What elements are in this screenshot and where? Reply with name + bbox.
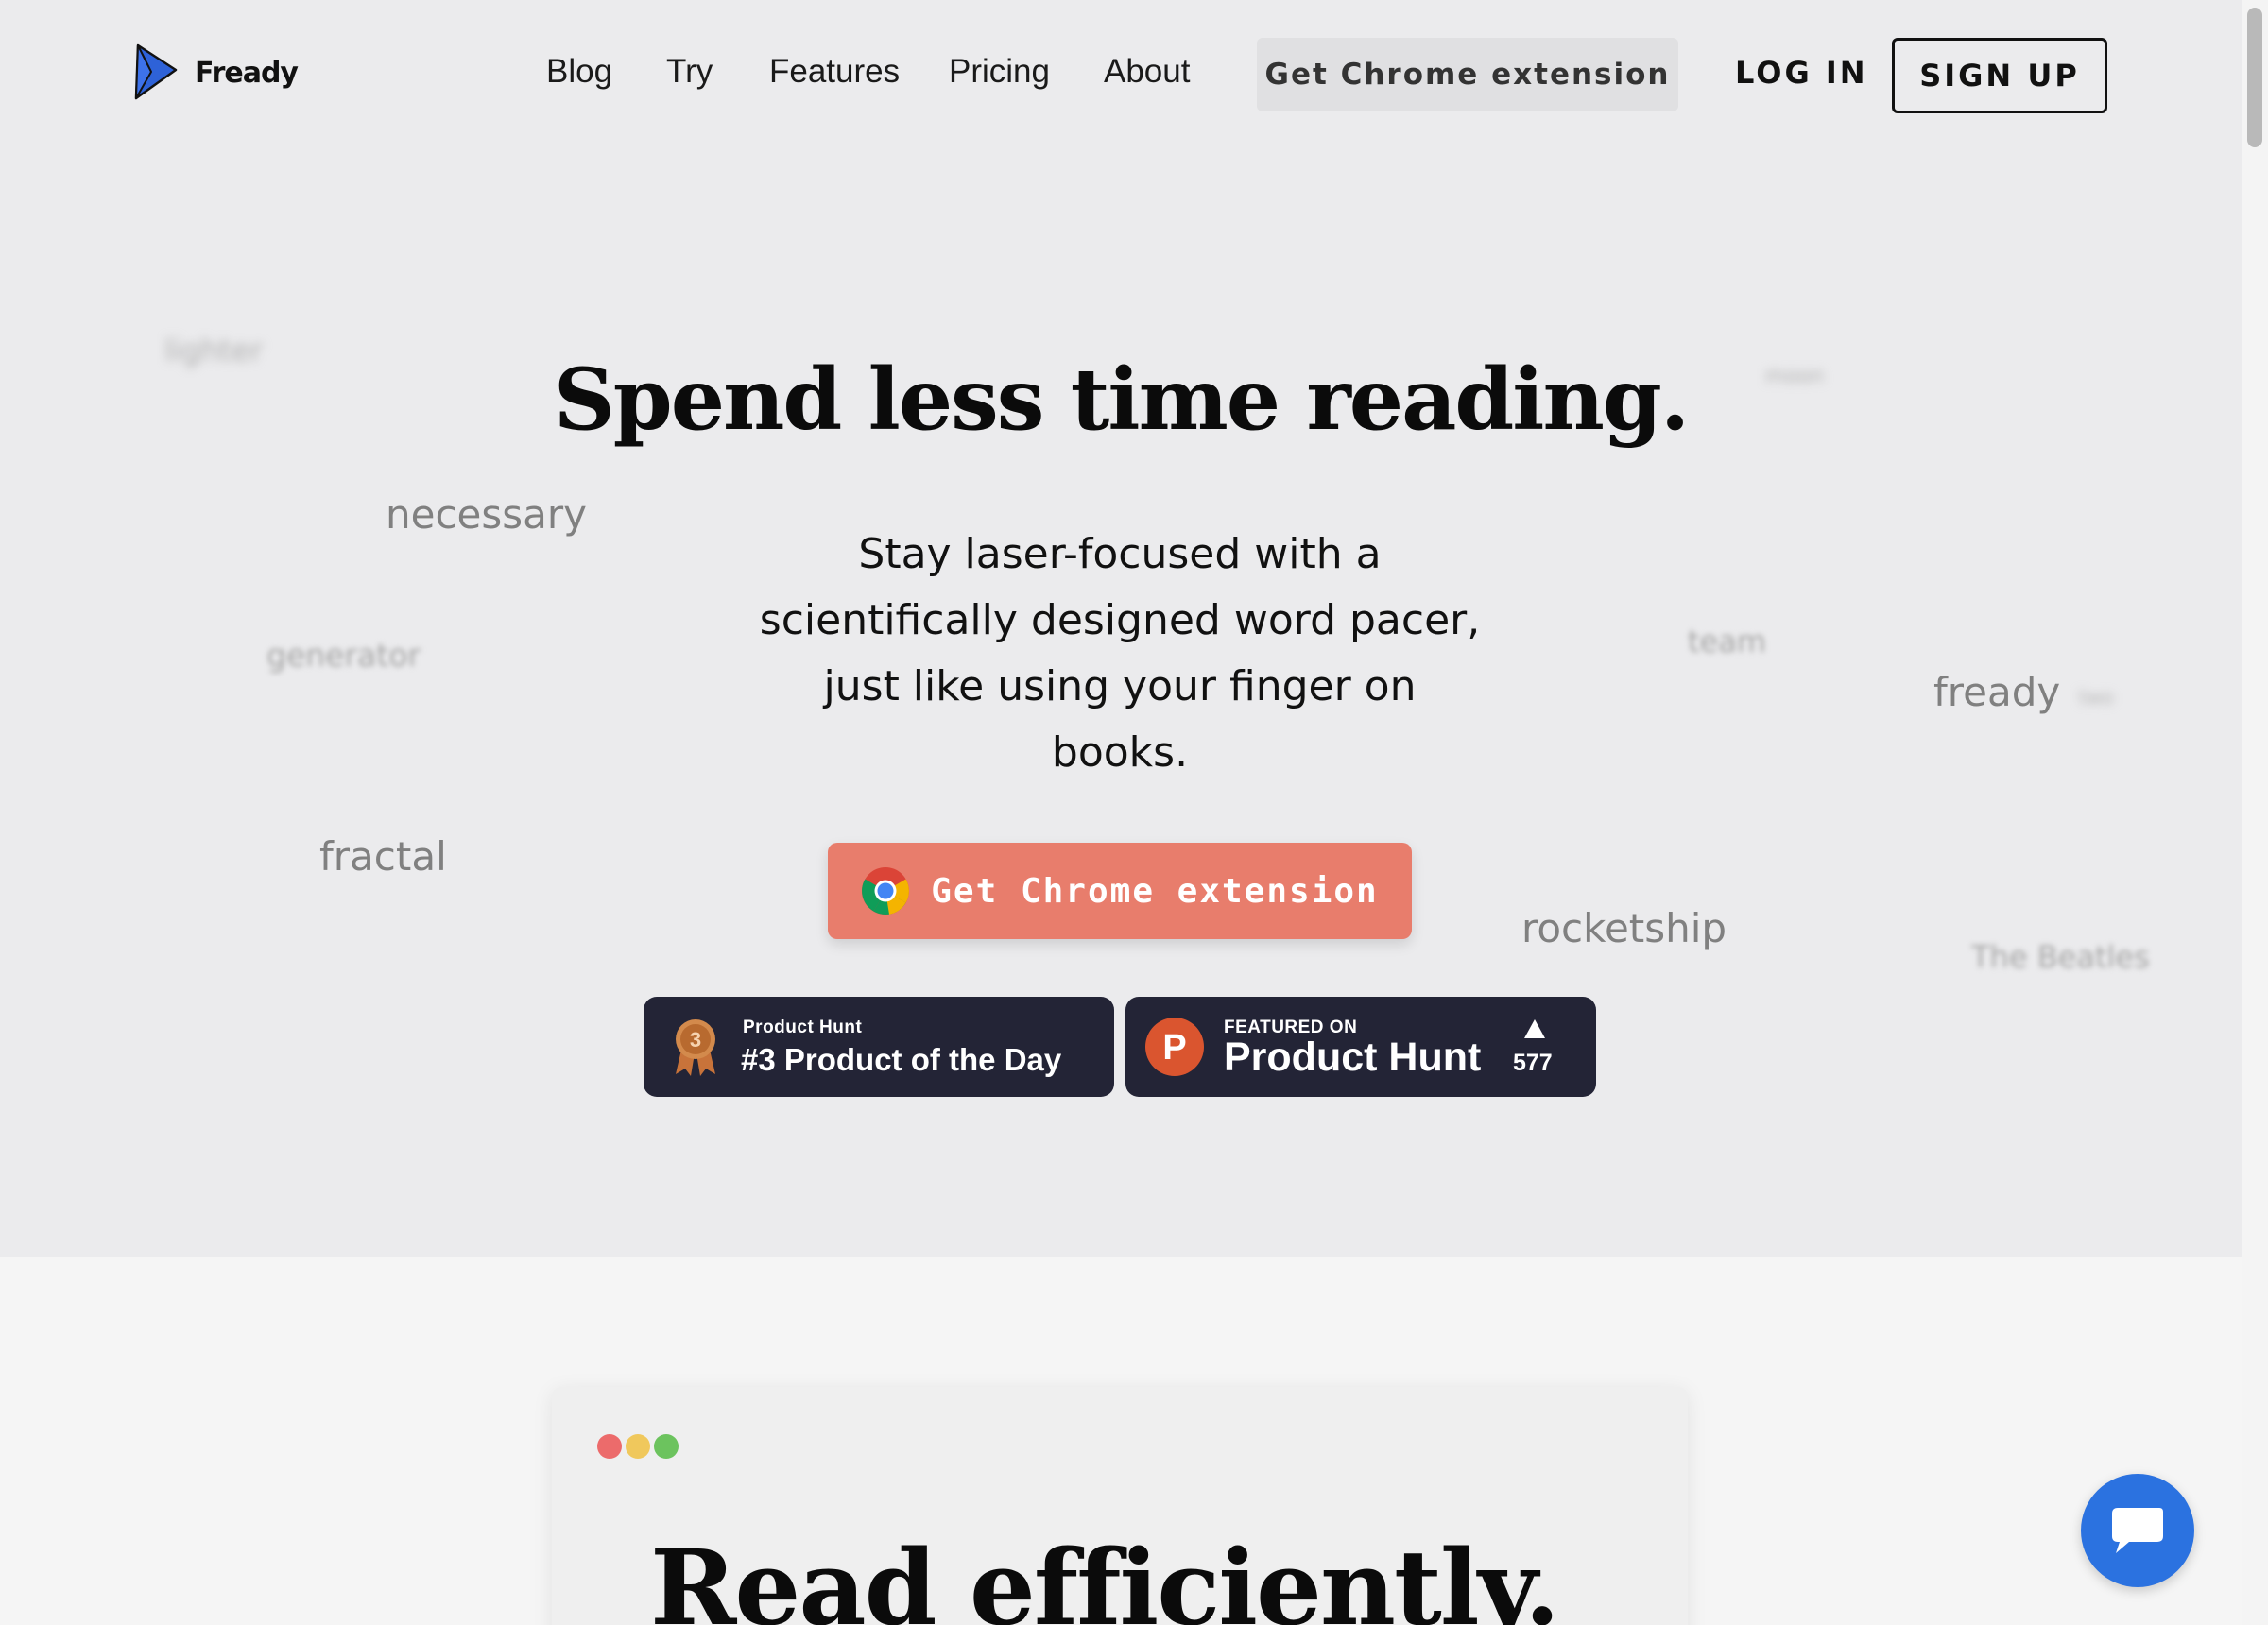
preview-title: Read efficiently. bbox=[650, 1527, 1560, 1625]
award-badge-label: Product Hunt bbox=[743, 1018, 863, 1037]
nav-about[interactable]: About bbox=[1104, 53, 1190, 91]
medal-rank: 3 bbox=[690, 1028, 701, 1052]
featured-badge-title: Product Hunt bbox=[1224, 1035, 1482, 1080]
logo-icon bbox=[134, 43, 178, 100]
award-badge-title: #3 Product of the Day bbox=[741, 1042, 1062, 1077]
medal-icon: 3 bbox=[676, 1019, 715, 1076]
chat-bubble-icon bbox=[2112, 1508, 2163, 1553]
logo-text: Fready bbox=[195, 56, 299, 90]
product-hunt-letter: P bbox=[1162, 1028, 1186, 1068]
hero-cta-label: Get Chrome extension bbox=[931, 871, 1379, 911]
chrome-icon bbox=[862, 867, 910, 915]
scrollbar-thumb[interactable] bbox=[2247, 8, 2262, 147]
nav-blog[interactable]: Blog bbox=[546, 53, 612, 91]
floating-word: necessary bbox=[386, 491, 588, 538]
triangle-up-icon bbox=[1524, 1019, 1545, 1038]
floating-word: fractal bbox=[319, 833, 447, 880]
window-minimize-dot bbox=[626, 1434, 650, 1459]
product-hunt-logo-icon: P bbox=[1145, 1018, 1204, 1076]
nav-pricing[interactable]: Pricing bbox=[949, 53, 1050, 91]
floating-word: rocketship bbox=[1521, 905, 1727, 951]
hero-headline: Spend less time reading. bbox=[553, 350, 1690, 450]
hero-subheadline: Stay laser-focused with a scientifically… bbox=[759, 530, 1481, 777]
floating-word: The Beatles bbox=[1971, 939, 2150, 975]
logo[interactable]: Fready bbox=[130, 43, 299, 102]
signup-button[interactable]: SIGN UP bbox=[1892, 38, 2107, 113]
nav-features[interactable]: Features bbox=[769, 53, 900, 91]
floating-word: fready bbox=[1933, 669, 2061, 715]
product-hunt-featured-badge[interactable]: P FEATURED ON Product Hunt 577 bbox=[1125, 997, 1596, 1097]
header-chrome-extension-button[interactable]: Get Chrome extension bbox=[1257, 38, 1678, 111]
product-hunt-award-badge[interactable]: 3 Product Hunt #3 Product of the Day bbox=[644, 997, 1114, 1097]
hero-chrome-extension-button[interactable]: Get Chrome extension bbox=[828, 843, 1412, 939]
nav-try[interactable]: Try bbox=[666, 53, 713, 91]
upvote-count: 577 bbox=[1513, 1050, 1553, 1076]
floating-word: generator bbox=[266, 637, 421, 674]
page-scrollbar[interactable] bbox=[2242, 0, 2268, 1625]
floating-word: team bbox=[1688, 624, 1767, 659]
chat-widget-button[interactable] bbox=[2081, 1474, 2194, 1587]
window-maximize-dot bbox=[654, 1434, 679, 1459]
window-close-dot bbox=[597, 1434, 622, 1459]
floating-word: two bbox=[2079, 686, 2114, 709]
login-button[interactable]: LOG IN bbox=[1735, 55, 1868, 91]
